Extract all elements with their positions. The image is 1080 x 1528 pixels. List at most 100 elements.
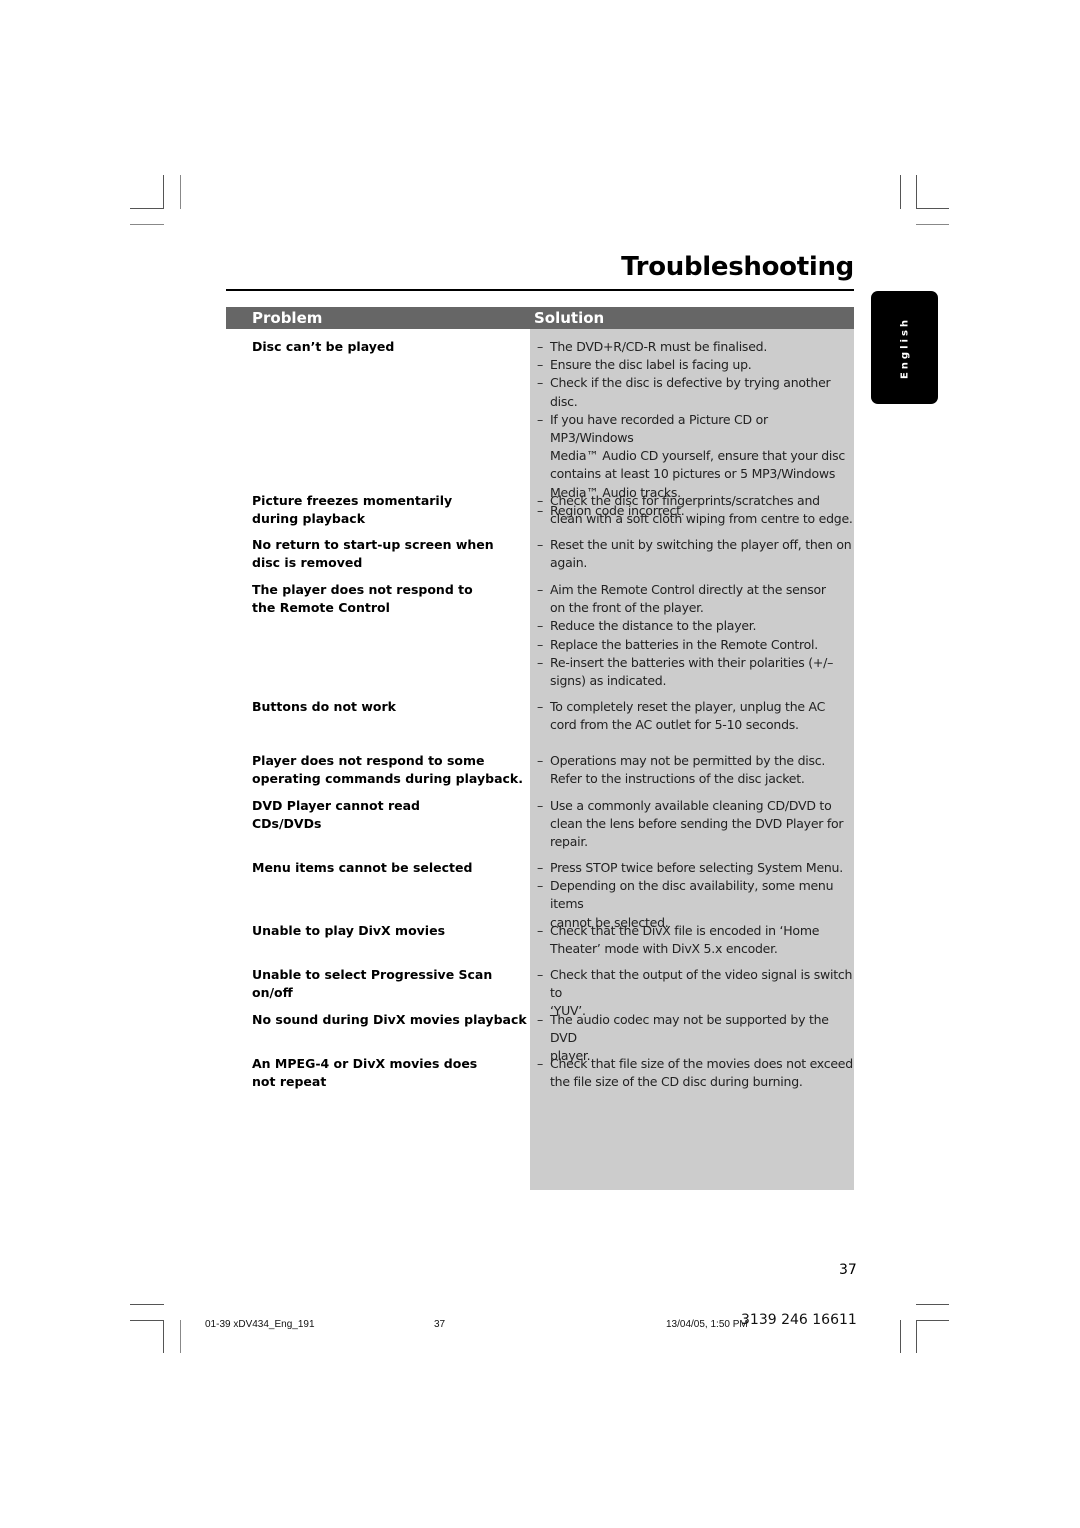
dash-bullet-icon: – (537, 798, 544, 813)
solution-list: – Check the disc for fingerprints/scratch… (537, 492, 855, 528)
solution-item: – Reset the unit by switching the player … (537, 536, 855, 572)
crop-mark (916, 1320, 917, 1353)
solution-line: Check that the DivX file is encoded in ‘… (550, 923, 820, 938)
problem-text: The player does not respond to the Remote… (252, 581, 527, 617)
solution-list: – Check that file size of the movies does… (537, 1055, 855, 1091)
crop-mark (180, 1320, 181, 1353)
solution-line: Refer to the instructions of the disc ja… (550, 771, 805, 787)
solution-line: Replace the batteries in the Remote Cont… (550, 636, 818, 652)
dash-bullet-icon: – (537, 537, 544, 552)
crop-mark (180, 175, 181, 209)
solution-line: Ensure the disc label is facing up. (550, 357, 752, 373)
crop-mark (130, 1320, 164, 1321)
solution-line: clean the lens before sending the DVD Pl… (550, 816, 844, 832)
solution-line: Reset the unit by switching the player o… (550, 537, 852, 552)
solution-list: – Use a commonly available cleaning CD/DV… (537, 797, 855, 852)
problem-line: Picture freezes momentarily (252, 493, 453, 508)
problem-line: Unable to select Progressive Scan on/off (252, 967, 493, 1001)
solution-item: – Re-insert the batteries with their pola… (537, 654, 855, 690)
solution-item: – The DVD+R/CD-R must be finalised. (537, 338, 855, 356)
solution-list: – Check that the DivX file is encoded in … (537, 922, 855, 958)
solution-item: – Use a commonly available cleaning CD/DV… (537, 797, 855, 852)
dash-bullet-icon: – (537, 375, 544, 391)
solution-list: – Reset the unit by switching the player … (537, 536, 855, 572)
dash-bullet-icon: – (537, 618, 544, 634)
solution-line: Check that file size of the movies does … (550, 1056, 853, 1071)
solution-item: – Check that the DivX file is encoded in … (537, 922, 855, 958)
dash-bullet-icon: – (537, 967, 544, 982)
dash-bullet-icon: – (537, 1012, 544, 1027)
problem-line: The player does not respond to (252, 582, 473, 597)
dash-bullet-icon: – (537, 878, 544, 894)
problem-line: Player does not respond to some (252, 753, 485, 768)
solution-line: To completely reset the player, unplug t… (550, 699, 826, 714)
dash-bullet-icon: – (537, 654, 544, 670)
problem-header: Problem (252, 309, 323, 327)
crop-mark (916, 175, 917, 209)
problem-line: Buttons do not work (252, 699, 396, 714)
problem-line: DVD Player cannot read (252, 798, 420, 813)
dash-bullet-icon: – (537, 699, 544, 714)
solution-line: Check if the disc is defective by trying… (550, 375, 831, 409)
solution-item: – Check if the disc is defective by tryin… (537, 374, 855, 410)
solution-line: Theater’ mode with DivX 5.x encoder. (550, 941, 778, 957)
problem-text: Menu items cannot be selected (252, 859, 527, 877)
dash-bullet-icon: – (537, 493, 544, 508)
crop-mark (163, 175, 164, 209)
solution-line: Press STOP twice before selecting System… (550, 860, 843, 875)
problem-text: Unable to select Progressive Scan on/off (252, 966, 527, 1002)
solution-line: Media™ Audio CD yourself, ensure that yo… (550, 448, 846, 464)
solution-item: – Check the disc for fingerprints/scratch… (537, 492, 855, 528)
solution-line: cord from the AC outlet for 5-10 seconds… (550, 717, 799, 733)
solution-line: signs) as indicated. (550, 673, 667, 689)
language-tab: English (871, 291, 938, 404)
problem-line: Menu items cannot be selected (252, 860, 473, 875)
solution-list: – Aim the Remote Control directly at the … (537, 581, 855, 690)
solution-line: Operations may not be permitted by the d… (550, 753, 826, 768)
solution-line: Aim the Remote Control directly at the s… (550, 582, 826, 597)
problem-text: No return to start-up screen when disc is… (252, 536, 527, 572)
solution-item: – Ensure the disc label is facing up. (537, 356, 855, 374)
solution-line: Check that the output of the video signa… (550, 967, 853, 1001)
solution-line: Reduce the distance to the player. (550, 618, 757, 634)
solution-list: – Operations may not be permitted by the … (537, 752, 855, 788)
solution-item: – Replace the batteries in the Remote Con… (537, 636, 855, 654)
solution-item: – Aim the Remote Control directly at the … (537, 581, 855, 617)
crop-mark (900, 1320, 901, 1353)
solution-item: – If you have recorded a Picture CD or MP… (537, 411, 855, 502)
crop-mark (163, 1320, 164, 1353)
problem-text: Picture freezes momentarily during playba… (252, 492, 527, 528)
problem-text: No sound during DivX movies playback (252, 1011, 527, 1029)
problem-line: CDs/DVDs (252, 816, 322, 832)
solution-line: The audio codec may not be supported by … (550, 1012, 829, 1046)
page-title: Troubleshooting (621, 252, 854, 282)
footer-file-page: 37 (434, 1319, 446, 1330)
problem-line: Disc can’t be played (252, 339, 395, 354)
solution-item: – Reduce the distance to the player. (537, 617, 855, 635)
crop-mark (130, 208, 164, 209)
problem-line: No sound during DivX movies playback (252, 1012, 527, 1027)
solution-list: – To completely reset the player, unplug … (537, 698, 855, 734)
crop-mark (916, 1320, 949, 1321)
solution-line: the file size of the CD disc during burn… (550, 1074, 803, 1090)
crop-mark (916, 224, 949, 225)
problem-text: Disc can’t be played (252, 338, 527, 356)
problem-line: during playback (252, 511, 366, 527)
problem-text: An MPEG-4 or DivX movies does not repeat (252, 1055, 527, 1091)
dash-bullet-icon: – (537, 339, 544, 354)
solution-item: – Operations may not be permitted by the … (537, 752, 855, 788)
solution-item: – To completely reset the player, unplug … (537, 698, 855, 734)
problem-text: Player does not respond to some operating… (252, 752, 527, 788)
solution-line: Check the disc for fingerprints/scratche… (550, 493, 820, 508)
problem-line: disc is removed (252, 555, 363, 571)
crop-mark (900, 175, 901, 209)
dash-bullet-icon: – (537, 1056, 544, 1071)
dash-bullet-icon: – (537, 411, 544, 427)
solution-line: again. (550, 555, 588, 571)
language-label: English (899, 316, 910, 379)
dash-bullet-icon: – (537, 582, 544, 597)
solution-item: – Press STOP twice before selecting Syste… (537, 859, 855, 877)
dash-bullet-icon: – (537, 636, 544, 652)
solution-line: clean with a soft cloth wiping from cent… (550, 511, 853, 527)
solution-line: Use a commonly available cleaning CD/DVD… (550, 798, 832, 813)
